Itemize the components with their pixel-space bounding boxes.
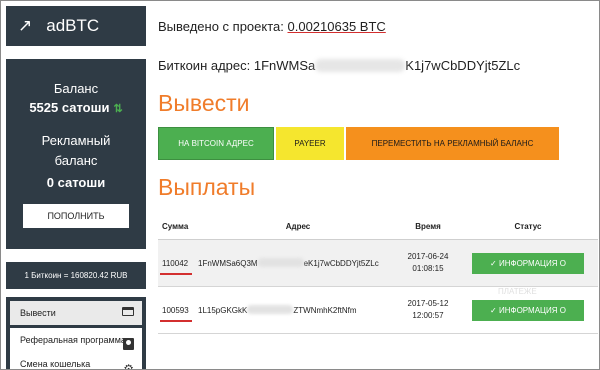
balance-value: 5525 сатоши — [29, 100, 110, 115]
sidebar-item-label: Реферальная программа — [20, 335, 126, 345]
balance-label: Баланс — [53, 81, 99, 96]
payouts-heading: Выплаты — [158, 174, 256, 200]
address-start: 1FnWMSa — [253, 58, 316, 73]
redacted-blur — [257, 258, 304, 267]
withdraw-payeer-button[interactable]: PAYEER — [276, 127, 344, 160]
user-card-icon — [123, 338, 134, 350]
withdraw-bitcoin-button[interactable]: НА BITCOIN АДРЕС — [158, 127, 274, 160]
withdraw-heading: Вывести — [158, 90, 250, 116]
row-address-end: eK1j7wCbDDYjt5ZLc — [303, 259, 379, 268]
table-row: 110042 1FnWMSa6Q3M eK1j7wCbDDYjt5ZLc 2017… — [158, 240, 598, 287]
row-clock-time: 01:08:15 — [412, 264, 444, 273]
red-underline — [160, 272, 192, 275]
column-header-status: Статус — [514, 221, 542, 231]
row-address-start: 1L15pGKGkK — [198, 306, 248, 315]
row-clock-time: 12:00:57 — [412, 311, 444, 320]
red-underline — [160, 319, 192, 322]
sidebar: ↗ adBTC Баланс 5525 сатоши ⇅ Рекламный ба… — [6, 6, 146, 370]
address-end: K1j7wCbDDYjt5ZLc — [405, 58, 521, 73]
payouts-table: Сумма Адрес Время Статус 110042 1FnWMSa6… — [158, 213, 598, 334]
withdrawn-label: Выведено с проекта: — [158, 19, 288, 34]
column-header-time: Время — [415, 221, 441, 231]
redacted-blur — [315, 59, 406, 72]
ad-balance-label: Рекламный баланс — [6, 131, 146, 171]
row-address-end: ZTWNmhK2ftNfm — [293, 306, 357, 315]
bitcoin-address-line: Биткоин адрес: 1FnWMSa K1j7wCbDDYjt5ZLc — [158, 58, 520, 73]
row-address: 1L15pGKGkK ZTWNmhK2ftNfm — [198, 305, 398, 315]
sidebar-item-label: Смена кошелька — [20, 359, 91, 369]
payment-info-button[interactable]: ✓ ИНФОРМАЦИЯ О — [472, 252, 584, 274]
redacted-blur — [247, 305, 294, 314]
withdrawn-summary: Выведено с проекта: 0.00210635 BTC — [158, 19, 386, 34]
column-header-address: Адрес — [285, 221, 311, 231]
column-header-sum: Сумма — [162, 221, 189, 231]
row-sum-value: 110042 — [162, 258, 189, 268]
row-date: 2017-06-24 — [407, 252, 449, 261]
row-sum-value: 100593 — [162, 305, 189, 315]
row-sum: 110042 — [158, 258, 198, 275]
withdraw-options: НА BITCOIN АДРЕС PAYEER ПЕРЕМЕСТИТЬ НА Р… — [158, 127, 559, 160]
row-date: 2017-05-12 — [407, 299, 449, 308]
sidebar-menu: Вывести Реферальная программа Смена коше… — [6, 297, 146, 370]
row-status: ✓ ИНФОРМАЦИЯ О — [458, 252, 598, 274]
sidebar-item-label: Вывести — [20, 308, 56, 318]
move-to-ad-balance-button[interactable]: ПЕРЕМЕСТИТЬ НА РЕКЛАМНЫЙ БАЛАНС — [346, 127, 559, 160]
address-label: Биткоин адрес: — [158, 58, 254, 73]
withdrawn-amount: 0.00210635 BTC — [287, 19, 386, 34]
row-time: 2017-06-24 01:08:15 — [398, 251, 458, 275]
topup-button[interactable]: ПОПОЛНИТЬ — [23, 204, 129, 228]
row-address: 1FnWMSa6Q3M eK1j7wCbDDYjt5ZLc — [198, 258, 398, 268]
credit-card-icon — [122, 307, 134, 316]
ad-balance-label-line1: Рекламный — [41, 133, 111, 148]
sidebar-item-referral[interactable]: Реферальная программа — [10, 328, 142, 352]
overflow-text: ПЛАТЕЖЕ — [498, 287, 537, 296]
row-address-start: 1FnWMSa6Q3M — [198, 259, 258, 268]
row-status: ✓ ИНФОРМАЦИЯ О — [458, 299, 598, 321]
sidebar-item-withdraw[interactable]: Вывести — [10, 301, 142, 325]
exchange-rate: 1 Биткоин = 160820.42 RUB — [6, 262, 146, 289]
swap-icon[interactable]: ⇅ — [113, 103, 122, 115]
brand-name: adBTC — [46, 16, 100, 35]
balance-value-row: 5525 сатоши ⇅ — [6, 100, 146, 115]
ad-balance-label-line2: баланс — [54, 153, 98, 168]
row-time: 2017-05-12 12:00:57 — [398, 298, 458, 322]
table-header: Сумма Адрес Время Статус — [158, 213, 598, 240]
brand-header[interactable]: ↗ adBTC — [6, 6, 146, 46]
row-sum: 100593 — [158, 305, 198, 322]
payment-info-button[interactable]: ✓ ИНФОРМАЦИЯ О — [472, 299, 584, 321]
gear-icon: ⚙ — [123, 362, 134, 370]
app-window: ↗ adBTC Баланс 5525 сатоши ⇅ Рекламный ба… — [0, 0, 600, 370]
balance-panel: Баланс 5525 сатоши ⇅ Рекламный баланс 0 с… — [6, 59, 146, 249]
sidebar-item-wallet-change[interactable]: Смена кошелька ⚙ — [10, 352, 142, 370]
ad-balance-value: 0 сатоши — [46, 175, 106, 190]
arrow-up-right-icon: ↗ — [18, 16, 33, 35]
